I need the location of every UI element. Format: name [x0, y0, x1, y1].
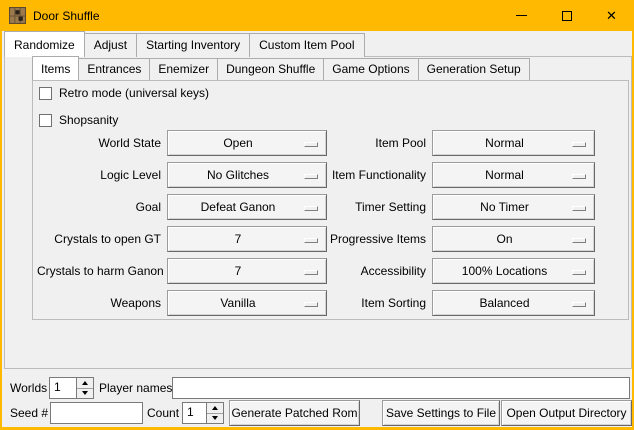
- player-names-input[interactable]: [172, 377, 630, 399]
- window-title: Door Shuffle: [33, 9, 100, 23]
- item-sorting-dropdown[interactable]: Balanced: [432, 290, 595, 316]
- item-pool-label: Item Pool: [309, 136, 432, 150]
- arrow-up-icon: [212, 406, 218, 410]
- shopsanity-label: Shopsanity: [59, 113, 118, 127]
- item-pool-dropdown[interactable]: Normal: [432, 130, 595, 156]
- shopsanity-row: Shopsanity: [39, 113, 118, 127]
- dropdown-indicator-icon: [572, 174, 586, 179]
- timer-setting-label: Timer Setting: [309, 200, 432, 214]
- accessibility-label: Accessibility: [309, 264, 432, 278]
- player-names-label: Player names: [99, 381, 172, 395]
- arrow-down-icon: [212, 416, 218, 420]
- world-state-row: World State Open: [37, 130, 327, 156]
- world-state-label: World State: [37, 136, 167, 150]
- shopsanity-checkbox[interactable]: [39, 114, 52, 127]
- seed-label: Seed #: [10, 406, 48, 420]
- progressive-items-label: Progressive Items: [309, 232, 432, 246]
- retro-mode-row: Retro mode (universal keys): [39, 86, 209, 100]
- worlds-spinner[interactable]: 1: [49, 377, 94, 399]
- crystals-gt-row: Crystals to open GT 7: [37, 226, 327, 252]
- logic-level-dropdown[interactable]: No Glitches: [167, 162, 327, 188]
- tab-adjust[interactable]: Adjust: [84, 33, 137, 57]
- item-sorting-label: Item Sorting: [309, 296, 432, 310]
- dropdown-indicator-icon: [572, 270, 586, 275]
- tab-starting-inventory[interactable]: Starting Inventory: [136, 33, 250, 57]
- item-functionality-row: Item Functionality Normal: [309, 162, 595, 188]
- open-output-directory-button[interactable]: Open Output Directory: [501, 400, 632, 426]
- app-icon: [9, 7, 26, 24]
- weapons-row: Weapons Vanilla: [37, 290, 327, 316]
- retro-mode-checkbox[interactable]: [39, 87, 52, 100]
- tab-custom-item-pool[interactable]: Custom Item Pool: [249, 33, 364, 57]
- worlds-label: Worlds: [10, 381, 47, 395]
- maximize-button[interactable]: [544, 0, 589, 31]
- item-pool-row: Item Pool Normal: [309, 130, 595, 156]
- goal-dropdown[interactable]: Defeat Ganon: [167, 194, 327, 220]
- count-spin-down-button[interactable]: [207, 413, 223, 424]
- minimize-icon: [516, 15, 527, 16]
- dropdown-indicator-icon: [572, 142, 586, 147]
- minimize-button[interactable]: [499, 0, 544, 31]
- crystals-ganon-row: Crystals to harm Ganon 7: [37, 258, 327, 284]
- crystals-ganon-dropdown[interactable]: 7: [167, 258, 327, 284]
- goal-row: Goal Defeat Ganon: [37, 194, 327, 220]
- progressive-items-dropdown[interactable]: On: [432, 226, 595, 252]
- tab-randomize[interactable]: Randomize: [4, 31, 85, 57]
- count-spin-up-button[interactable]: [207, 403, 223, 413]
- item-functionality-label: Item Functionality: [309, 168, 432, 182]
- dropdown-indicator-icon: [572, 302, 586, 307]
- world-state-dropdown[interactable]: Open: [167, 130, 327, 156]
- app-window: Door Shuffle ✕ RandomizeAdjustStarting I…: [0, 0, 634, 430]
- logic-level-label: Logic Level: [37, 168, 167, 182]
- weapons-label: Weapons: [37, 296, 167, 310]
- tab-enemizer[interactable]: Enemizer: [149, 58, 218, 80]
- tab-game-options[interactable]: Game Options: [323, 58, 418, 80]
- accessibility-row: Accessibility 100% Locations: [309, 258, 595, 284]
- count-spinner[interactable]: 1: [182, 402, 224, 424]
- worlds-spin-down-button[interactable]: [77, 388, 93, 399]
- sub-tab-bar: ItemsEntrancesEnemizerDungeon ShuffleGam…: [32, 58, 529, 80]
- generate-patched-rom-button[interactable]: Generate Patched Rom: [229, 400, 360, 426]
- tab-dungeon-shuffle[interactable]: Dungeon Shuffle: [217, 58, 324, 80]
- progressive-items-row: Progressive Items On: [309, 226, 595, 252]
- timer-setting-dropdown[interactable]: No Timer: [432, 194, 595, 220]
- arrow-up-icon: [82, 381, 88, 385]
- goal-label: Goal: [37, 200, 167, 214]
- main-tab-bar: RandomizeAdjustStarting InventoryCustom …: [4, 33, 364, 57]
- dropdown-indicator-icon: [572, 238, 586, 243]
- arrow-down-icon: [82, 391, 88, 395]
- crystals-ganon-label: Crystals to harm Ganon: [37, 264, 167, 278]
- item-functionality-dropdown[interactable]: Normal: [432, 162, 595, 188]
- tab-generation-setup[interactable]: Generation Setup: [418, 58, 530, 80]
- title-bar[interactable]: Door Shuffle ✕: [0, 0, 634, 31]
- item-sorting-row: Item Sorting Balanced: [309, 290, 595, 316]
- crystals-gt-label: Crystals to open GT: [37, 232, 167, 246]
- left-options-column: World State Open Logic Level No Glitches…: [37, 130, 327, 322]
- right-options-column: Item Pool Normal Item Functionality Norm…: [309, 130, 595, 322]
- tab-items[interactable]: Items: [32, 56, 79, 80]
- maximize-icon: [562, 11, 572, 21]
- accessibility-dropdown[interactable]: 100% Locations: [432, 258, 595, 284]
- dropdown-indicator-icon: [572, 206, 586, 211]
- seed-input[interactable]: [50, 402, 143, 424]
- crystals-gt-dropdown[interactable]: 7: [167, 226, 327, 252]
- timer-setting-row: Timer Setting No Timer: [309, 194, 595, 220]
- save-settings-button[interactable]: Save Settings to File: [382, 400, 500, 426]
- close-button[interactable]: ✕: [589, 0, 634, 31]
- weapons-dropdown[interactable]: Vanilla: [167, 290, 327, 316]
- count-label: Count: [147, 406, 179, 420]
- retro-mode-label: Retro mode (universal keys): [59, 86, 209, 100]
- logic-level-row: Logic Level No Glitches: [37, 162, 327, 188]
- tab-entrances[interactable]: Entrances: [78, 58, 150, 80]
- worlds-spin-up-button[interactable]: [77, 378, 93, 388]
- close-icon: ✕: [606, 9, 617, 22]
